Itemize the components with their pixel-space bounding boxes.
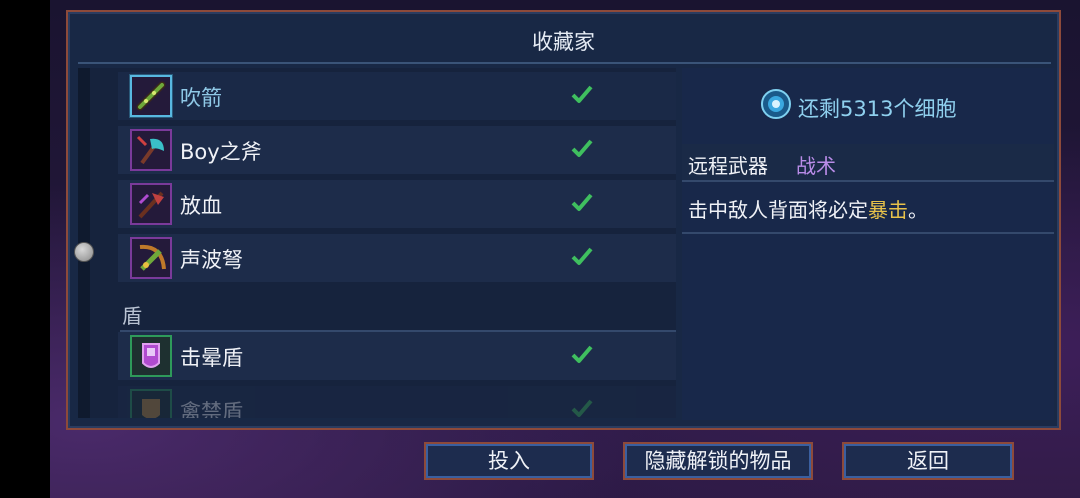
list-item-axe[interactable]: Boy之斧 xyxy=(118,126,676,174)
item-name: 击晕盾 xyxy=(180,346,243,370)
scroll-handle[interactable] xyxy=(74,242,94,262)
check-icon xyxy=(571,85,593,103)
stun-shield-icon xyxy=(130,335,172,377)
cells-remaining: 还剩5313个细胞 xyxy=(798,97,957,121)
details-panel: 还剩5313个细胞 远程武器 战术 击中敌人背面将必定暴击。 xyxy=(682,68,1054,420)
description-highlight: 暴击 xyxy=(868,198,908,222)
weapon-tag: 战术 xyxy=(796,154,836,178)
description-suffix: 。 xyxy=(908,198,928,222)
list-item-blowgun[interactable]: 吹箭 xyxy=(118,72,676,120)
weapon-type: 远程武器 xyxy=(688,154,768,178)
list-item-bloodletting[interactable]: 放血 xyxy=(118,180,676,228)
bloodletting-icon xyxy=(130,183,172,225)
item-name: 吹箭 xyxy=(180,86,222,110)
list-item-stun-shield[interactable]: 击晕盾 xyxy=(118,332,676,380)
weapon-info: 远程武器 战术 xyxy=(682,144,1054,182)
screen-edge xyxy=(0,0,50,498)
description-text: 击中敌人背面将必定暴击。 xyxy=(688,194,928,223)
check-icon xyxy=(571,345,593,363)
item-name: 声波弩 xyxy=(180,248,243,272)
weapon-description: 击中敌人背面将必定暴击。 xyxy=(682,182,1054,234)
panel-title: 收藏家 xyxy=(532,30,595,54)
list-item-sonic-crossbow[interactable]: 声波弩 xyxy=(118,234,676,282)
check-icon xyxy=(571,247,593,265)
shield-icon xyxy=(130,389,172,418)
list-item-shield[interactable]: 禽禁盾 xyxy=(118,386,676,418)
axe-icon xyxy=(130,129,172,171)
item-name: 放血 xyxy=(180,194,222,218)
item-name: 禽禁盾 xyxy=(180,400,243,418)
blowgun-icon xyxy=(130,75,172,117)
back-button[interactable]: 返回 xyxy=(842,442,1014,480)
item-name: Boy之斧 xyxy=(180,140,262,164)
item-list[interactable]: 吹箭 Boy之斧 放血 声波弩 盾 击晕盾 禽禁盾 xyxy=(78,68,676,418)
check-icon xyxy=(571,139,593,157)
category-label: 盾 xyxy=(122,304,142,328)
category-header: 盾 xyxy=(120,294,676,332)
invest-button[interactable]: 投入 xyxy=(424,442,594,480)
check-icon xyxy=(571,399,593,417)
check-icon xyxy=(571,193,593,211)
divider xyxy=(78,62,1051,64)
cell-icon xyxy=(761,89,791,119)
collector-panel: 收藏家 吹箭 Boy之斧 放血 声波弩 盾 击晕盾 禽禁盾 还剩5313个细胞 … xyxy=(66,10,1061,430)
sonic-crossbow-icon xyxy=(130,237,172,279)
description-prefix: 击中敌人背面将必定 xyxy=(688,198,868,222)
hide-unlocked-button[interactable]: 隐藏解锁的物品 xyxy=(623,442,813,480)
